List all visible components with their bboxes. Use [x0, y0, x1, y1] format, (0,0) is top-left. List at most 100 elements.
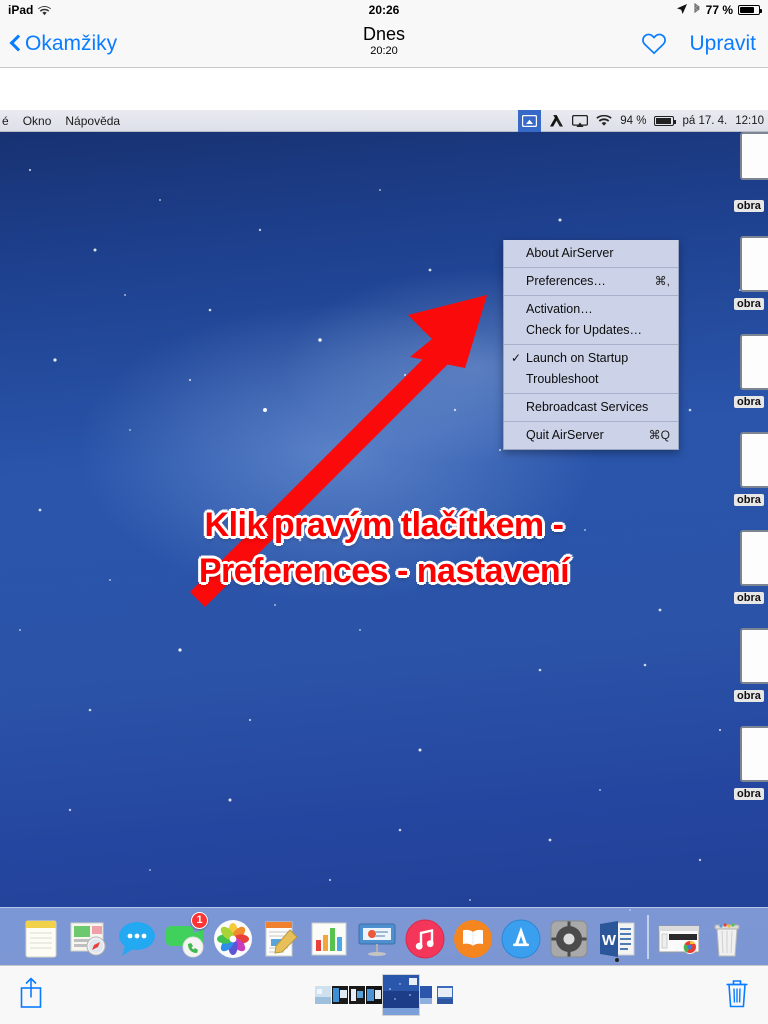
menu-item-quit-airserver[interactable]: Quit AirServer ⌘Q [504, 425, 678, 446]
dock-item-pages[interactable] [259, 914, 303, 960]
menu-item-about-airserver[interactable]: About AirServer [504, 243, 678, 264]
ios-navigation-bar: Okamžiky Dnes 20:20 Upravit [0, 20, 768, 68]
desktop-icon-label: obra [734, 788, 764, 800]
desktop-icon-item[interactable]: obra [728, 720, 768, 818]
battery-icon[interactable] [654, 116, 677, 126]
filmstrip-thumbnail[interactable] [437, 986, 453, 1004]
mac-menu-bar: é Okno Nápověda 94 % pá 17. 4. 12:10 [0, 110, 768, 132]
desktop-icon-label: obra [734, 200, 764, 212]
menu-item-label: Launch on Startup [526, 351, 629, 365]
dock-item-keynote[interactable] [355, 914, 399, 960]
menu-item-label: Check for Updates… [526, 323, 643, 337]
photos-icon [212, 918, 254, 960]
airplay-icon[interactable] [572, 114, 589, 128]
photo-filmstrip[interactable] [315, 975, 453, 1015]
annotation-line-2: Preferences - nastavení [198, 552, 570, 590]
bluetooth-icon [693, 2, 701, 18]
filmstrip-thumbnail[interactable] [332, 986, 348, 1004]
dock-item-notes[interactable] [19, 914, 63, 960]
menu-item-shortcut: ⌘Q [648, 428, 670, 442]
file-icon [740, 334, 768, 390]
menu-item-check-for-updates[interactable]: Check for Updates… [504, 320, 678, 341]
desktop-icon-item[interactable]: obra [728, 328, 768, 426]
airserver-dropdown-menu: About AirServer Preferences… ⌘, Activati… [503, 240, 679, 450]
desktop-icon-item[interactable]: obra [728, 132, 768, 230]
annotation-caption: Klik pravým tlačítkem - Preferences - na… [0, 502, 768, 594]
dock-separator [647, 914, 649, 959]
menu-item-preferences[interactable]: Preferences… ⌘, [504, 271, 678, 292]
menu-item-troubleshoot[interactable]: Troubleshoot [504, 369, 678, 390]
mac-date-label[interactable]: pá 17. 4. [682, 115, 727, 127]
chrome-window-icon [658, 918, 700, 960]
battery-icon [738, 5, 762, 15]
menu-item-label: About AirServer [526, 246, 614, 260]
dock-item-trash[interactable] [705, 914, 749, 960]
edit-button[interactable]: Upravit [689, 32, 756, 56]
menu-item-rebroadcast-services[interactable]: Rebroadcast Services [504, 397, 678, 418]
menu-item-shortcut: ⌘, [654, 274, 670, 288]
filmstrip-thumbnail-selected[interactable] [383, 975, 419, 1015]
messages-icon [116, 918, 158, 960]
dock-item-mail-safari[interactable] [67, 914, 111, 960]
dock-item-system-preferences[interactable] [547, 914, 591, 960]
menu-separator [504, 421, 678, 422]
menu-item-label: Rebroadcast Services [526, 400, 649, 414]
filmstrip-thumbnail[interactable] [420, 986, 436, 1004]
filmstrip-thumbnail[interactable] [366, 986, 382, 1004]
trash-icon [706, 918, 748, 960]
itunes-icon [404, 918, 446, 960]
dock-item-facetime[interactable]: 1 [163, 911, 208, 960]
running-indicator-dot [615, 957, 619, 962]
microsoft-word-icon: W [596, 918, 638, 960]
mac-battery-percent: 94 % [620, 115, 647, 127]
dock-item-minimized-chrome-window[interactable] [657, 914, 701, 960]
google-drive-icon[interactable] [549, 114, 564, 128]
filmstrip-thumbnail[interactable] [315, 986, 331, 1004]
notes-icon [20, 918, 62, 960]
share-icon[interactable] [18, 977, 44, 1014]
ios-status-bar: iPad 20:26 77 % [0, 0, 768, 20]
wifi-icon[interactable] [596, 115, 612, 127]
menu-separator [504, 393, 678, 394]
file-icon [740, 432, 768, 488]
heart-outline-icon[interactable] [641, 32, 667, 55]
annotation-line-1: Klik pravým tlačítkem - [204, 506, 564, 544]
dock-item-itunes[interactable] [403, 914, 447, 960]
photos-app-screen: iPad 20:26 77 % Okamžiky Dnes 20:20 Upra… [0, 0, 768, 1024]
menu-item-label: Quit AirServer [526, 428, 604, 442]
dock-item-ibooks[interactable] [451, 914, 495, 960]
screenshot-photo[interactable]: é Okno Nápověda 94 % pá 17. 4. 12:10 obr… [0, 110, 768, 965]
facetime-badge: 1 [191, 911, 208, 929]
menu-item-app[interactable]: é [2, 114, 9, 128]
mail-safari-icon [68, 918, 110, 960]
file-icon [740, 132, 768, 180]
mac-clock-label[interactable]: 12:10 [735, 115, 764, 127]
dock-item-messages[interactable] [115, 914, 159, 960]
file-icon [740, 628, 768, 684]
keynote-icon [356, 918, 398, 960]
dock-item-numbers[interactable] [307, 914, 351, 960]
svg-text:W: W [602, 932, 617, 949]
menu-separator [504, 295, 678, 296]
dock-item-app-store[interactable] [499, 914, 543, 960]
menu-item-label: Troubleshoot [526, 372, 599, 386]
mac-menu-status-items: 94 % pá 17. 4. 12:10 [518, 110, 764, 132]
menu-item-okno[interactable]: Okno [23, 114, 52, 128]
location-arrow-icon [676, 3, 688, 18]
airserver-icon[interactable] [518, 110, 542, 132]
trash-icon[interactable] [724, 977, 750, 1014]
menu-item-activation[interactable]: Activation… [504, 299, 678, 320]
desktop-icon-item[interactable]: obra [728, 622, 768, 720]
menu-item-label: Activation… [526, 302, 593, 316]
menu-item-launch-on-startup[interactable]: ✓ Launch on Startup [504, 348, 678, 369]
desktop-icon-item[interactable]: obra [728, 230, 768, 328]
menu-separator [504, 344, 678, 345]
menu-separator [504, 267, 678, 268]
file-icon [740, 236, 768, 292]
dock-item-microsoft-word[interactable]: W [595, 914, 639, 962]
filmstrip-thumbnail[interactable] [349, 986, 365, 1004]
dock-item-photos[interactable] [211, 914, 255, 960]
desktop-icon-label: obra [734, 690, 764, 702]
menu-item-napoveda[interactable]: Nápověda [65, 114, 120, 128]
desktop-icon-label: obra [734, 396, 764, 408]
